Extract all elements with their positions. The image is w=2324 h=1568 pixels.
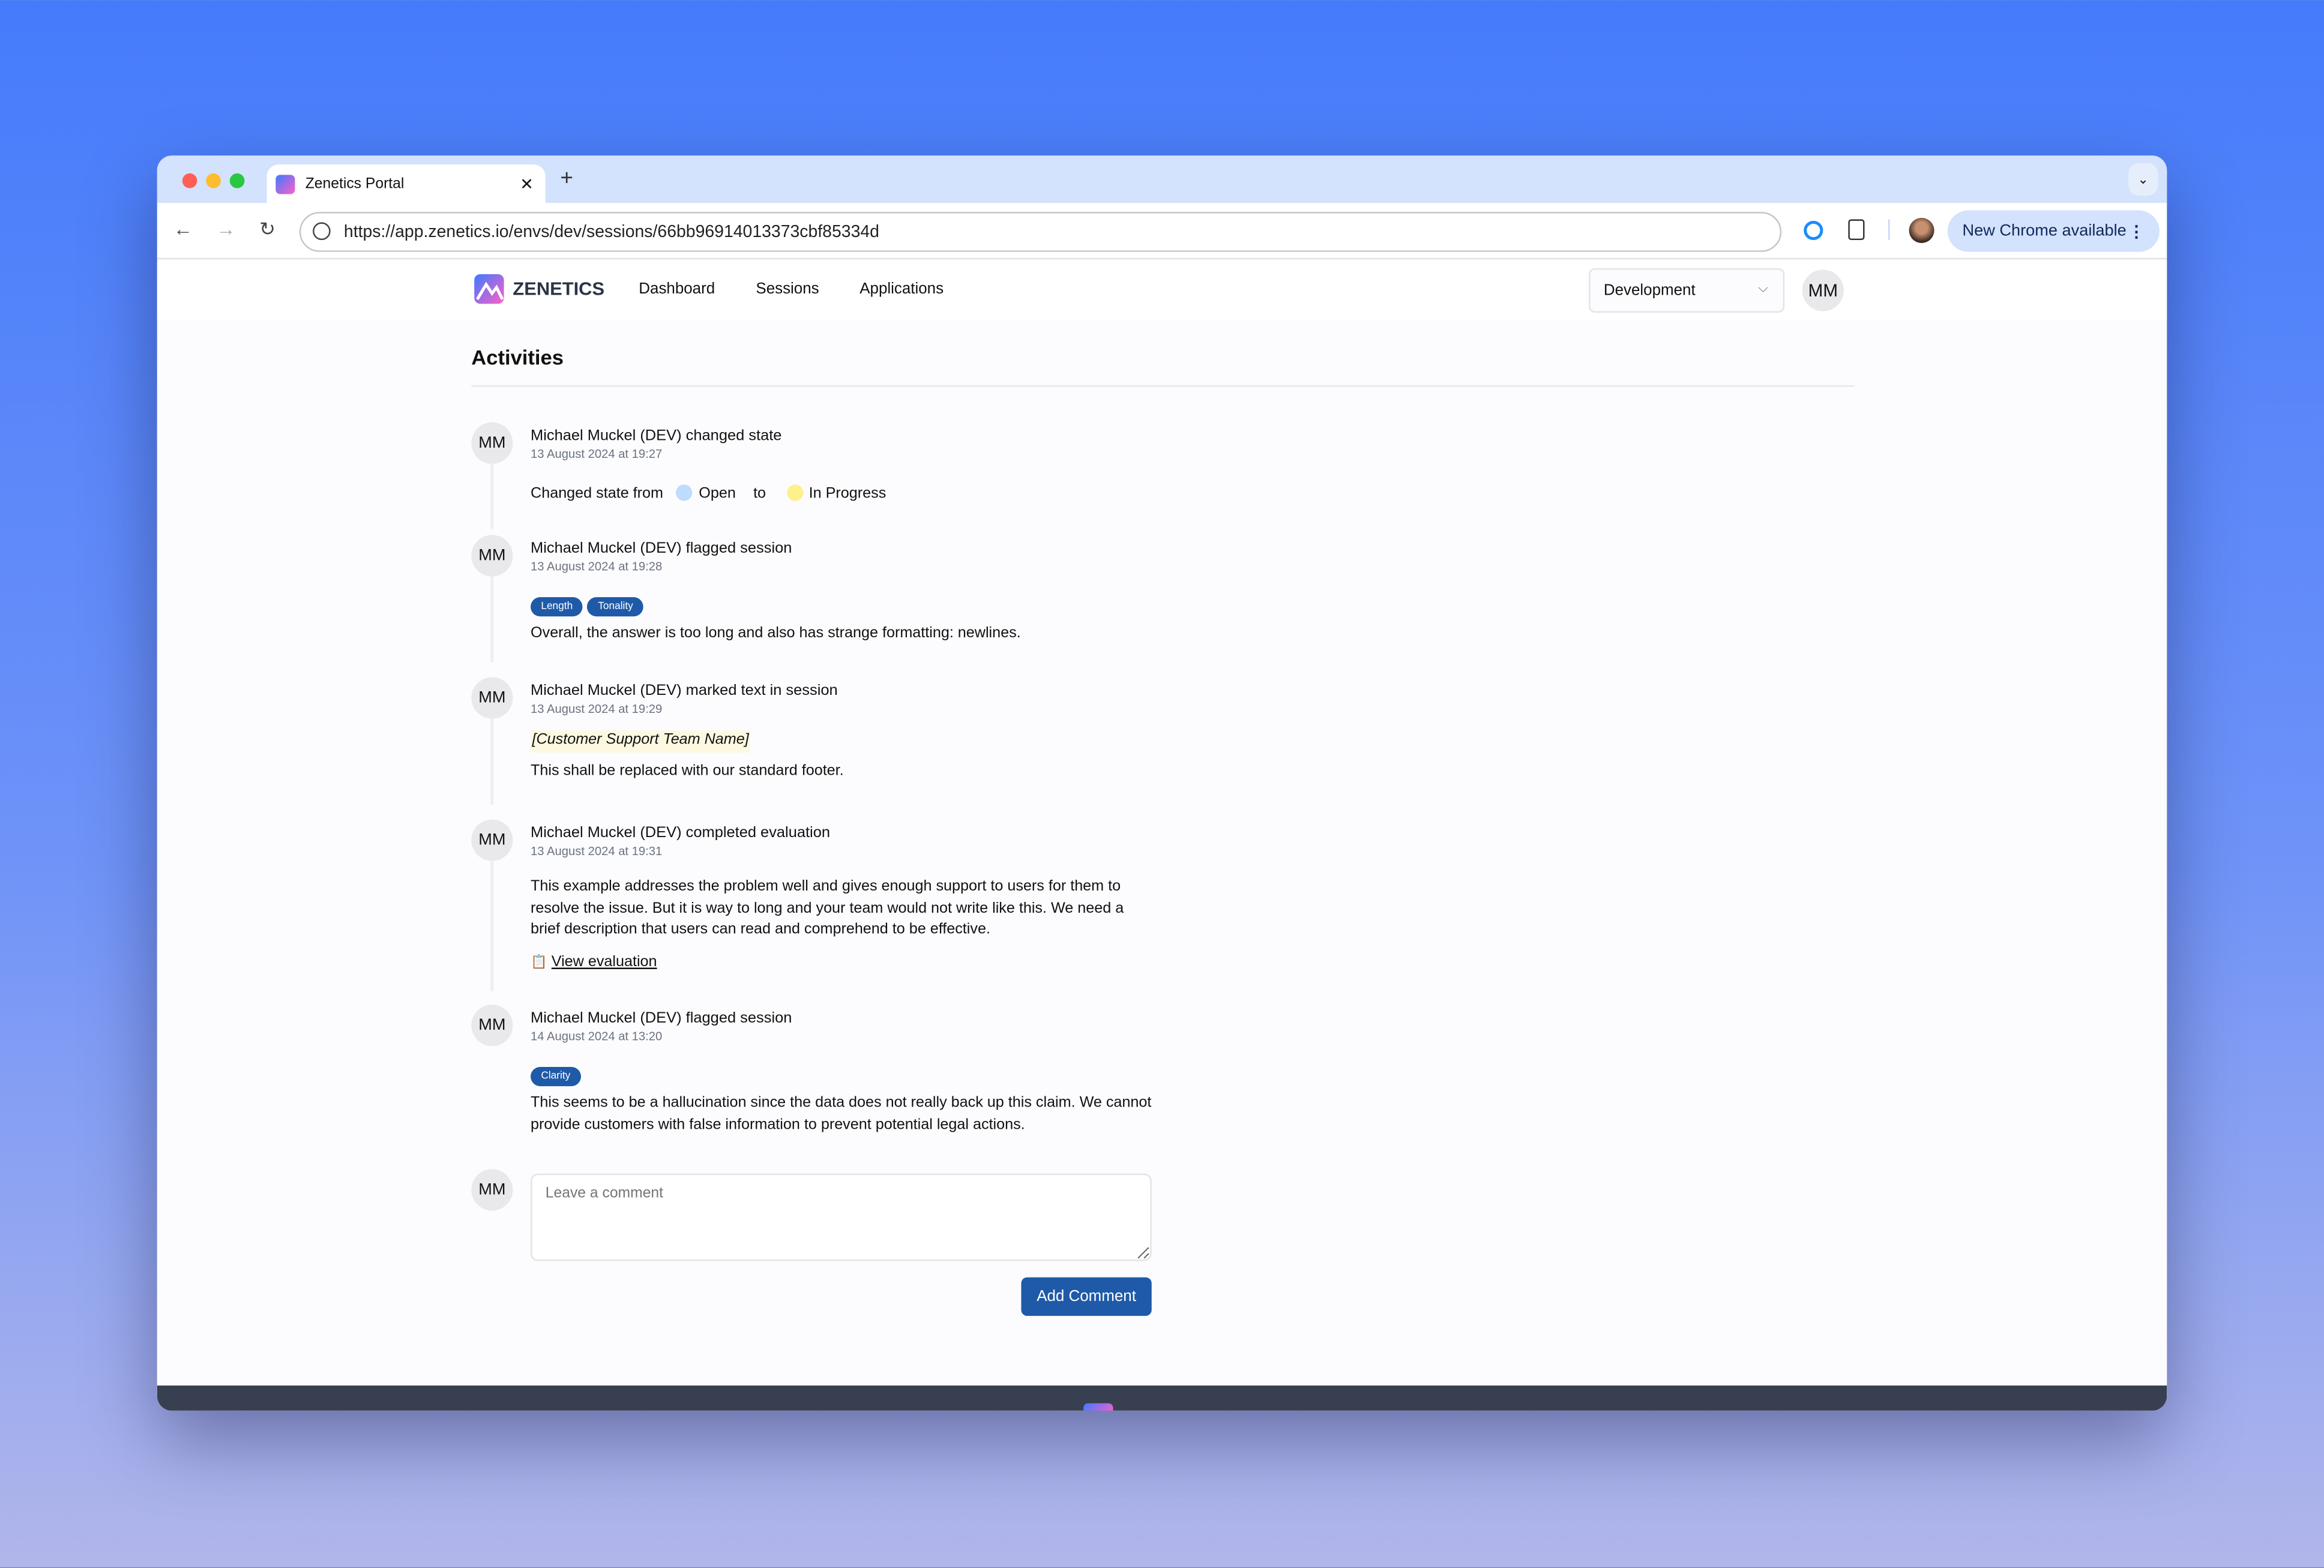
zenetics-favicon-icon [275,175,295,194]
browser-toolbar: ← → ↻ https://app.zenetics.io/envs/dev/s… [157,203,2167,260]
activity-text: This seems to be a hallucination since t… [531,1095,1152,1133]
activity-time: 13 August 2024 at 19:28 [531,560,663,574]
activity-author: Michael Muckel (DEV) [531,825,682,842]
close-window-button[interactable] [182,173,197,188]
divider [471,385,1855,387]
activity-time: 13 August 2024 at 19:27 [531,447,663,461]
footer-logo-icon [1083,1403,1113,1411]
url-text: https://app.zenetics.io/envs/dev/session… [343,223,879,241]
activity-action: flagged session [685,1011,792,1027]
close-tab-icon[interactable]: ✕ [520,175,534,194]
toolbar-divider [1888,219,1890,241]
tag-length: Length [531,597,583,617]
from-state: Open [699,485,736,503]
to-word: to [753,485,766,503]
in-progress-state-dot-icon [786,484,803,501]
nav-applications[interactable]: Applications [859,280,944,298]
environment-select[interactable]: Development ⌵ [1589,268,1785,313]
activity-author: Michael Muckel (DEV) [531,1011,682,1027]
timeline-line [490,463,494,529]
reload-icon[interactable]: ↻ [259,218,275,242]
minimize-window-button[interactable] [206,173,221,188]
site-info-icon[interactable] [313,222,331,241]
timeline-line [490,718,494,805]
activity-time: 13 August 2024 at 19:29 [531,702,663,716]
chevron-down-icon: ⌵ [1758,280,1768,295]
tab-search-chevron-icon[interactable]: ⌄ [2128,163,2158,196]
activity-text: Overall, the answer is too long and also… [531,625,1021,642]
avatar: MM [471,535,513,577]
browser-window: Zenetics Portal ✕ + ⌄ ← → ↻ https://app.… [157,155,2167,1411]
clipboard-icon: 📋 [531,954,547,969]
user-avatar[interactable]: MM [1802,269,1844,311]
activity-author: Michael Muckel (DEV) [531,541,682,557]
activity-time: 13 August 2024 at 19:31 [531,844,663,858]
avatar: MM [471,677,513,719]
nav-dashboard[interactable]: Dashboard [639,280,715,298]
nav-sessions[interactable]: Sessions [756,280,819,298]
brand-name: ZENETICS [513,278,605,299]
comment-avatar: MM [471,1169,513,1211]
new-tab-icon[interactable]: + [560,166,573,191]
state-prefix: Changed state from [531,485,664,503]
activity-author: Michael Muckel (DEV) [531,683,682,700]
password-manager-icon[interactable] [1804,220,1823,241]
activity-text: This shall be replaced with our standard… [531,762,844,779]
marked-text: [Customer Support Team Name] [531,730,751,752]
page-title: Activities [471,345,564,369]
to-state: In Progress [808,485,887,503]
page-content: ZENETICS Dashboard Sessions Applications… [157,260,2167,1386]
comment-input[interactable] [531,1173,1152,1261]
update-label: New Chrome available [1962,222,2127,241]
activity-time: 14 August 2024 at 13:20 [531,1030,663,1044]
activity-action: marked text in session [685,683,838,700]
environment-value: Development [1603,281,1696,299]
timeline-line [490,576,494,662]
avatar: MM [471,422,513,464]
avatar: MM [471,819,513,861]
browser-tab[interactable]: Zenetics Portal ✕ [266,164,546,205]
back-icon[interactable]: ← [173,218,193,240]
activity-text: This example addresses the problem well … [531,879,1124,939]
activity-action: changed state [685,428,782,445]
forward-icon[interactable]: → [217,218,236,240]
tag-clarity: Clarity [531,1066,581,1087]
activity-action: completed evaluation [685,825,831,842]
new-chrome-available-button[interactable]: New Chrome available ⋮ [1947,210,2160,252]
extensions-icon[interactable] [1848,219,1865,241]
activity-author: Michael Muckel (DEV) [531,428,682,445]
tag-tonality: Tonality [587,597,644,617]
zenetics-logo-icon [474,274,504,304]
profile-avatar[interactable] [1909,218,1934,243]
add-comment-button[interactable]: Add Comment [1021,1277,1152,1316]
tab-title: Zenetics Portal [305,176,405,193]
address-bar[interactable]: https://app.zenetics.io/envs/dev/session… [299,212,1782,252]
app-header: ZENETICS Dashboard Sessions Applications… [157,260,2167,320]
tab-bar: Zenetics Portal ✕ + ⌄ [157,155,2167,205]
more-menu-icon[interactable]: ⋮ [2128,221,2145,241]
brand-logo[interactable]: ZENETICS [474,274,604,304]
view-evaluation-link[interactable]: View evaluation [552,954,657,970]
open-state-dot-icon [676,484,693,501]
activity-action: flagged session [685,541,792,557]
timeline-line [490,861,494,992]
page-footer [157,1385,2167,1411]
maximize-window-button[interactable] [229,173,245,188]
avatar: MM [471,1005,513,1047]
